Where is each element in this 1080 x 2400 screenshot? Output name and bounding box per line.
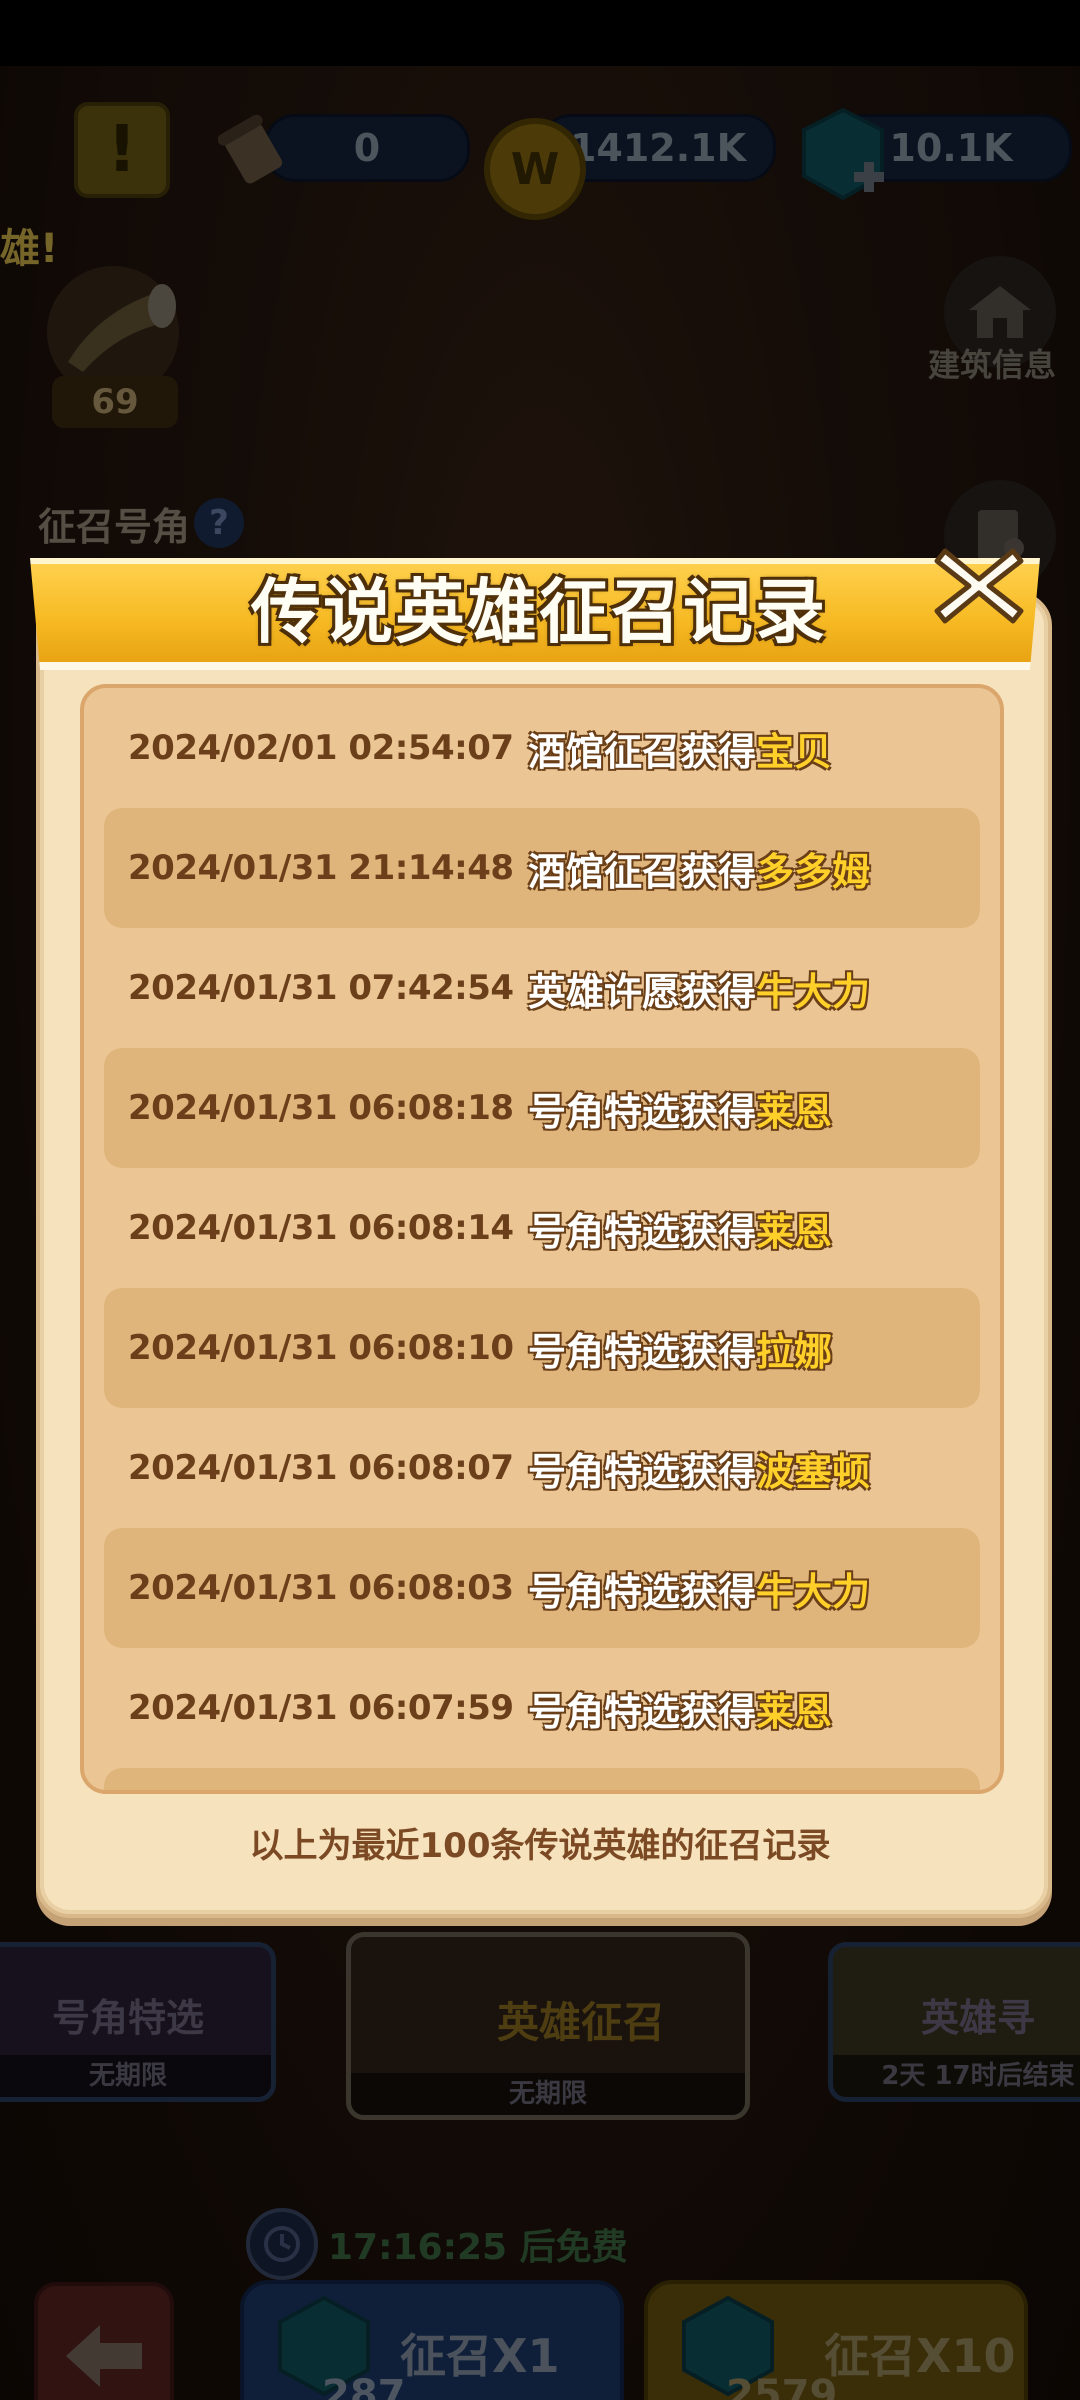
record-event: 号角特选获得莱恩 [528,1081,832,1136]
record-hero-name: 莱恩 [756,1089,833,1134]
record-hero-name: 莱恩 [756,1689,833,1734]
close-icon [934,548,1024,624]
record-row-partial [104,1768,980,1790]
record-row: 2024/01/31 06:08:14 号角特选获得莱恩 [104,1168,980,1288]
record-action: 号角特选获得 [528,1089,757,1134]
record-row: 2024/01/31 07:42:54 英雄许愿获得牛大力 [104,928,980,1048]
record-event: 酒馆征召获得多多姆 [528,841,870,896]
record-row: 2024/01/31 06:08:18 号角特选获得莱恩 [104,1048,980,1168]
record-row: 2024/01/31 06:08:03 号角特选获得牛大力 [104,1528,980,1648]
record-time: 2024/02/01 02:54:07 [128,728,514,768]
record-action: 英雄许愿获得 [528,969,757,1014]
record-event: 号角特选获得莱恩 [528,1681,832,1736]
record-action: 号角特选获得 [528,1449,757,1494]
record-row: 2024/01/31 06:08:07 号角特选获得波塞顿 [104,1408,980,1528]
record-hero-name: 牛大力 [756,1569,871,1614]
record-event: 号角特选获得莱恩 [528,1201,832,1256]
record-event: 英雄许愿获得牛大力 [528,961,870,1016]
record-list[interactable]: 2024/02/01 02:54:07 酒馆征召获得宝贝 2024/01/31 21… [80,684,1004,1794]
record-action: 号角特选获得 [528,1329,757,1374]
record-time: 2024/01/31 06:08:03 [128,1568,514,1608]
record-row: 2024/01/31 06:08:10 号角特选获得拉娜 [104,1288,980,1408]
record-hero-name: 拉娜 [756,1329,833,1374]
record-hero-name: 牛大力 [756,969,871,1014]
record-action: 酒馆征召获得 [528,849,757,894]
record-action: 号角特选获得 [528,1209,757,1254]
record-time: 2024/01/31 06:08:14 [128,1208,514,1248]
close-button[interactable] [928,538,1030,634]
record-action: 酒馆征召获得 [528,729,757,774]
record-row: 2024/01/31 21:14:48 酒馆征召获得多多姆 [104,808,980,928]
record-time: 2024/01/31 07:42:54 [128,968,514,1008]
record-event: 号角特选获得拉娜 [528,1321,832,1376]
record-row: 2024/02/01 02:54:07 酒馆征召获得宝贝 [104,688,980,808]
record-time: 2024/01/31 06:08:18 [128,1088,514,1128]
record-hero-name: 波塞顿 [756,1449,871,1494]
record-event: 号角特选获得波塞顿 [528,1441,870,1496]
record-event: 酒馆征召获得宝贝 [528,721,832,776]
dialog-header: 传说英雄征召记录 [30,548,1048,670]
record-time: 2024/01/31 21:14:48 [128,848,514,888]
record-time: 2024/01/31 06:07:59 [128,1688,514,1728]
record-event: 号角特选获得牛大力 [528,1561,870,1616]
record-hero-name: 宝贝 [756,729,833,774]
record-hero-name: 多多姆 [756,849,871,894]
record-time: 2024/01/31 06:08:07 [128,1448,514,1488]
record-hero-name: 莱恩 [756,1209,833,1254]
record-footer-note: 以上为最近100条传说英雄的征召记录 [249,1826,831,1866]
record-action: 号角特选获得 [528,1569,757,1614]
record-row: 2024/01/31 06:07:59 号角特选获得莱恩 [104,1648,980,1768]
record-time: 2024/01/31 06:08:10 [128,1328,514,1368]
dialog-title: 传说英雄征召记录 [251,571,827,653]
record-action: 号角特选获得 [528,1689,757,1734]
